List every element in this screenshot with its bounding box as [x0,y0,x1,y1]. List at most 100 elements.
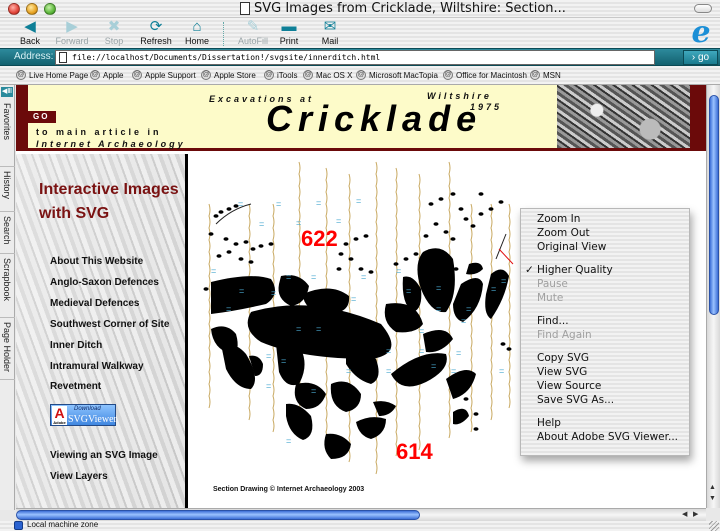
pebble [343,242,349,246]
menu-item-zoom-out[interactable]: Zoom Out [521,226,689,240]
pebble [363,234,369,238]
menu-item-help[interactable]: Help [521,416,689,430]
go-main-article-button[interactable]: GO [28,111,56,123]
water-mark: = [431,361,436,371]
go-button[interactable]: › go [683,50,718,65]
menu-item-zoom-in[interactable]: Zoom In [521,212,689,226]
close-window-button[interactable] [8,3,20,15]
favorite-link-icon: @ [264,70,274,80]
sidetab-search[interactable]: Search [0,212,15,254]
zoom-window-button[interactable] [44,3,56,15]
favorite-link-icon: @ [16,70,26,80]
context-label-622[interactable]: 622 [301,226,338,251]
context-label-614[interactable]: 614 [396,439,433,464]
water-mark: = [259,219,264,229]
menu-item-find[interactable]: Find... [521,314,689,328]
vertical-scroll-thumb[interactable] [709,95,719,315]
sidetab-page-holder[interactable]: Page Holder [0,318,15,380]
menu-item-view-svg[interactable]: View SVG [521,365,689,379]
refresh-label: Refresh [140,36,172,46]
menu-item-label: Help [537,417,561,429]
menu-separator [521,305,689,314]
scroll-left-arrow-icon[interactable]: ◀ [682,510,687,518]
nav-link-about[interactable]: About This Website [50,256,143,267]
water-mark: = [211,266,216,276]
mail-button[interactable]: ✉ Mail [304,18,356,46]
aerial-photo-image [557,85,690,148]
menu-item-higher-quality[interactable]: ✓ Higher Quality [521,263,689,277]
nav-link-viewing-svg-image[interactable]: Viewing an SVG Image [50,450,158,461]
water-mark: = [336,216,341,226]
sidetab-favorites[interactable]: Favorites [0,99,15,167]
nav-link-intramural-walkway[interactable]: Intramural Walkway [50,361,144,372]
nav-link-revetment[interactable]: Revetment [50,381,101,392]
favorite-link-icon: @ [443,70,453,80]
go-article-line1[interactable]: to main article in [36,127,162,137]
horizontal-scrollbar[interactable]: ◀ ▶ [16,508,706,521]
menu-item-pause[interactable]: Pause [521,277,689,291]
menu-item-label: Zoom Out [537,227,590,239]
horizontal-scroll-thumb[interactable] [16,510,420,520]
menu-item-find-again[interactable]: Find Again [521,328,689,342]
pebble [470,224,476,228]
address-bar: Address: file://localhost/Documents/Diss… [0,48,720,66]
nav-link-inner-ditch[interactable]: Inner Ditch [50,340,102,351]
favorite-itools[interactable]: @ iTools [264,70,297,80]
menu-item-about-adobe-svg-viewer[interactable]: About Adobe SVG Viewer... [521,430,689,444]
water-mark: = [406,286,411,296]
home-button[interactable]: ⌂ Home [171,18,223,46]
toolbar: ◀ Back ▶ Forward ✖ Stop ⟳ Refresh ⌂ Home… [0,18,720,48]
scroll-up-arrow-icon[interactable]: ▲ [709,484,716,491]
favorite-apple-store[interactable]: @ Apple Store [201,70,256,80]
scroll-down-arrow-icon[interactable]: ▼ [709,495,716,502]
sidetab-scrapbook[interactable]: Scrapbook [0,254,15,318]
nav-link-view-layers[interactable]: View Layers [50,471,108,482]
menu-item-original-view[interactable]: Original View [521,240,689,254]
sidetab-label: Page Holder [2,322,12,373]
water-mark: = [286,436,291,446]
internet-explorer-logo-icon[interactable]: e [686,18,716,48]
water-mark: = [311,272,316,282]
toolbar-toggle-button[interactable] [694,4,712,13]
pebble [506,347,512,351]
pebble [438,197,444,201]
favorite-mac-os-x[interactable]: @ Mac OS X [303,70,352,80]
scroll-right-arrow-icon[interactable]: ▶ [693,510,698,518]
nav-link-southwest-corner[interactable]: Southwest Corner of Site [50,319,169,330]
pebble [428,202,434,206]
sidetab-label: Search [2,216,12,245]
pebble [450,192,456,196]
favorite-apple[interactable]: @ Apple [90,70,123,80]
favorite-msn[interactable]: @ MSN [530,70,561,80]
explorer-bar-toggle-icon[interactable]: ◀Ⅲ [1,87,13,97]
sidetab-history[interactable]: History [0,167,15,212]
vertical-scrollbar[interactable]: ▲ ▼ [706,85,720,508]
favorite-office-for-macintosh[interactable]: @ Office for Macintosh [443,70,527,80]
water-mark: = [276,199,281,209]
minimize-window-button[interactable] [26,3,38,15]
menu-item-mute[interactable]: Mute [521,291,689,305]
pebble [358,267,364,271]
favorite-live-home-page[interactable]: @ Live Home Page [16,70,88,80]
go-article-line2[interactable]: Internet Archaeology [36,139,186,149]
favorite-apple-support[interactable]: @ Apple Support [132,70,196,80]
water-mark: = [361,272,366,282]
root-line [508,203,511,409]
favorite-link-icon: @ [90,70,100,80]
adobe-logo-letter: A [54,405,65,421]
pebble [423,234,429,238]
favorite-label: Apple [103,70,124,80]
pebble [368,270,374,274]
download-svg-viewer-button[interactable]: A Adobe Download SVGViewer [50,404,117,426]
nav-link-anglo-saxon-defences[interactable]: Anglo-Saxon Defences [50,277,159,288]
menu-item-copy-svg[interactable]: Copy SVG [521,351,689,365]
resize-grip-icon[interactable] [709,521,719,531]
menu-item-view-source[interactable]: View Source [521,379,689,393]
menu-item-label: Find Again [537,329,592,341]
nav-link-medieval-defences[interactable]: Medieval Defences [50,298,140,309]
address-input[interactable]: file://localhost/Documents/Dissertation!… [55,50,655,65]
favorite-microsoft-mactopia[interactable]: @ Microsoft MacTopia [356,70,438,80]
pebble [226,207,232,211]
pebble [473,412,479,416]
menu-item-save-svg-as[interactable]: Save SVG As... [521,393,689,407]
